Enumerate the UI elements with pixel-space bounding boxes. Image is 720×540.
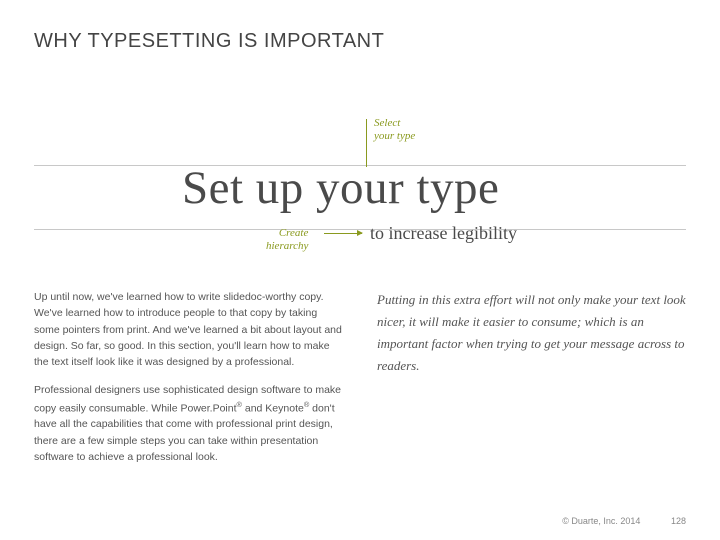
page-number: 128 [671, 516, 686, 526]
hero-diagram: Selectyour type Set up your type to incr… [34, 83, 686, 283]
annotation-hierarchy: Createhierarchy [266, 227, 308, 252]
headline: Set up your type [182, 165, 499, 212]
body-right-p: Putting in this extra effort will not on… [377, 289, 686, 377]
body-left-p2: Professional designers use sophisticated… [34, 382, 343, 465]
body-columns: Up until now, we've learned how to write… [34, 289, 686, 477]
annotation-select-line [366, 119, 367, 167]
body-left-p2b: and Keynote [242, 402, 304, 414]
annotation-select: Selectyour type [374, 117, 415, 142]
footer: © Duarte, Inc. 2014 128 [562, 516, 686, 526]
page-title: WHY TYPESETTING IS IMPORTANT [34, 30, 686, 53]
subheadline: to increase legibility [370, 223, 517, 244]
copyright: © Duarte, Inc. 2014 [562, 516, 640, 526]
annotation-hierarchy-arrow [324, 233, 362, 234]
body-right: Putting in this extra effort will not on… [377, 289, 686, 477]
body-left: Up until now, we've learned how to write… [34, 289, 343, 477]
body-left-p1: Up until now, we've learned how to write… [34, 289, 343, 370]
